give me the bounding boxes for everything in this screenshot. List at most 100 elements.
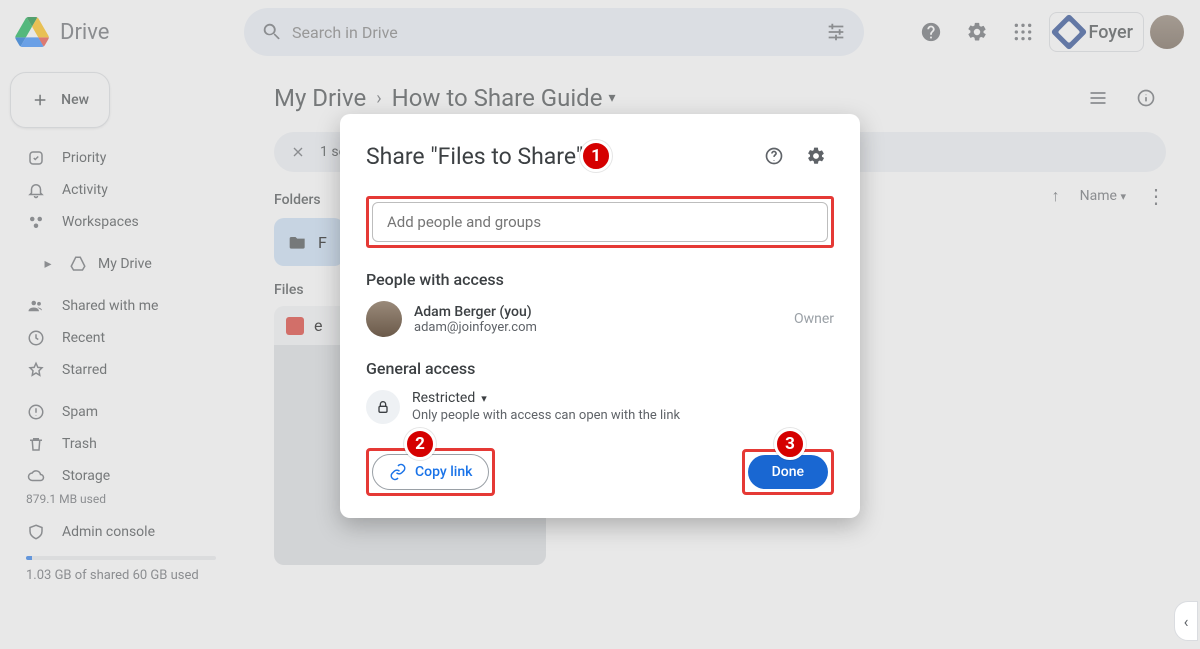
annotation-badge-3: 3 bbox=[774, 428, 806, 460]
copy-link-label: Copy link bbox=[415, 464, 472, 480]
breadcrumb-root[interactable]: My Drive bbox=[274, 84, 366, 112]
storage-mb: 879.1 MB used bbox=[10, 492, 232, 506]
info-icon[interactable] bbox=[1126, 78, 1166, 118]
clock-icon bbox=[26, 329, 46, 347]
sidebar-label: Recent bbox=[62, 330, 105, 346]
access-dropdown[interactable]: Restricted ▾ bbox=[412, 390, 680, 406]
sidebar-label: Activity bbox=[62, 182, 108, 198]
person-email: adam@joinfoyer.com bbox=[414, 320, 537, 335]
header: Drive Foyer bbox=[0, 0, 1200, 64]
header-actions: Foyer bbox=[911, 12, 1184, 52]
modal-title: Share "Files to Share" bbox=[366, 143, 583, 170]
link-icon bbox=[389, 463, 407, 481]
general-access-heading: General access bbox=[366, 359, 834, 378]
sidebar-item-workspaces[interactable]: Workspaces bbox=[10, 206, 232, 238]
caret-down-icon: ▾ bbox=[608, 90, 615, 106]
search-bar[interactable] bbox=[244, 8, 864, 56]
sidebar-item-spam[interactable]: Spam bbox=[10, 396, 232, 428]
sidebar-label: My Drive bbox=[98, 256, 152, 272]
sidebar-label: Shared with me bbox=[62, 298, 158, 314]
people-icon bbox=[26, 297, 46, 315]
logo-area[interactable]: Drive bbox=[12, 12, 244, 52]
foyer-label: Foyer bbox=[1088, 22, 1133, 43]
copy-link-button[interactable]: Copy link bbox=[372, 454, 489, 490]
sort-arrow-icon[interactable]: ↑ bbox=[1052, 186, 1060, 206]
breadcrumb: My Drive › How to Share Guide ▾ bbox=[274, 78, 1166, 118]
sidebar-item-my-drive[interactable]: ▸ My Drive bbox=[10, 248, 232, 280]
drive-logo-icon bbox=[12, 12, 52, 52]
star-icon bbox=[26, 361, 46, 379]
cloud-icon bbox=[26, 467, 46, 485]
sidebar-label: Storage bbox=[62, 468, 110, 484]
search-options-icon[interactable] bbox=[816, 12, 856, 52]
caret-down-icon: ▾ bbox=[1120, 190, 1126, 203]
sidebar-label: Workspaces bbox=[62, 214, 139, 230]
priority-icon bbox=[26, 149, 46, 167]
sidebar: New Priority Activity Workspaces ▸ My Dri… bbox=[0, 64, 244, 649]
people-heading: People with access bbox=[366, 270, 834, 289]
sidebar-item-shared[interactable]: Shared with me bbox=[10, 290, 232, 322]
trash-icon bbox=[26, 435, 46, 453]
folders-label: Folders bbox=[274, 192, 321, 208]
spam-icon bbox=[26, 403, 46, 421]
sidebar-label: Admin console bbox=[62, 524, 155, 540]
close-icon[interactable] bbox=[286, 140, 310, 164]
folder-name: F bbox=[318, 233, 327, 252]
new-button[interactable]: New bbox=[10, 72, 110, 128]
sidebar-label: Priority bbox=[62, 150, 106, 166]
storage-bar bbox=[26, 556, 216, 560]
folder-item[interactable]: F bbox=[274, 218, 344, 266]
sidebar-item-priority[interactable]: Priority bbox=[10, 142, 232, 174]
person-role: Owner bbox=[794, 311, 834, 327]
search-input[interactable] bbox=[292, 23, 816, 42]
storage-text: 1.03 GB of shared 60 GB used bbox=[10, 564, 232, 587]
file-name: e bbox=[314, 316, 322, 335]
chevron-right-icon: › bbox=[376, 88, 381, 109]
folder-icon bbox=[288, 232, 308, 252]
help-icon[interactable] bbox=[911, 12, 951, 52]
list-view-icon[interactable] bbox=[1078, 78, 1118, 118]
plus-icon bbox=[31, 90, 49, 110]
new-button-label: New bbox=[61, 92, 89, 108]
image-type-icon bbox=[286, 317, 304, 335]
side-panel-toggle[interactable]: ‹ bbox=[1174, 601, 1198, 641]
sidebar-item-storage[interactable]: Storage bbox=[10, 460, 232, 492]
user-avatar[interactable] bbox=[1150, 15, 1184, 49]
annotation-badge-1: 1 bbox=[580, 140, 612, 172]
foyer-chip[interactable]: Foyer bbox=[1049, 12, 1144, 52]
person-name: Adam Berger (you) bbox=[414, 304, 537, 320]
person-row: Adam Berger (you) adam@joinfoyer.com Own… bbox=[366, 301, 834, 337]
app-name: Drive bbox=[60, 20, 109, 45]
sidebar-item-admin[interactable]: Admin console bbox=[10, 516, 232, 548]
access-subtext: Only people with access can open with th… bbox=[412, 408, 680, 423]
caret-icon: ▸ bbox=[38, 256, 58, 272]
caret-down-icon: ▾ bbox=[481, 392, 487, 405]
foyer-logo-icon bbox=[1051, 14, 1088, 51]
sidebar-item-recent[interactable]: Recent bbox=[10, 322, 232, 354]
drive-icon bbox=[68, 255, 88, 273]
sidebar-label: Starred bbox=[62, 362, 107, 378]
sidebar-item-trash[interactable]: Trash bbox=[10, 428, 232, 460]
sidebar-item-starred[interactable]: Starred bbox=[10, 354, 232, 386]
modal-help-icon[interactable] bbox=[756, 138, 792, 174]
more-icon[interactable]: ⋮ bbox=[1146, 184, 1166, 208]
modal-settings-icon[interactable] bbox=[798, 138, 834, 174]
add-people-highlight bbox=[366, 196, 834, 248]
bell-icon bbox=[26, 181, 46, 199]
add-people-input[interactable] bbox=[372, 202, 828, 242]
annotation-badge-2: 2 bbox=[404, 428, 436, 460]
sort-label[interactable]: Name ▾ bbox=[1080, 188, 1126, 204]
sidebar-label: Spam bbox=[62, 404, 98, 420]
done-button[interactable]: Done bbox=[748, 455, 828, 489]
breadcrumb-current[interactable]: How to Share Guide ▾ bbox=[392, 84, 616, 112]
sidebar-item-activity[interactable]: Activity bbox=[10, 174, 232, 206]
general-access-row: Restricted ▾ Only people with access can… bbox=[366, 390, 834, 424]
admin-icon bbox=[26, 523, 46, 541]
sidebar-label: Trash bbox=[62, 436, 97, 452]
search-icon[interactable] bbox=[252, 12, 292, 52]
person-avatar bbox=[366, 301, 402, 337]
settings-icon[interactable] bbox=[957, 12, 997, 52]
apps-icon[interactable] bbox=[1003, 12, 1043, 52]
lock-icon bbox=[366, 390, 400, 424]
workspaces-icon bbox=[26, 213, 46, 231]
